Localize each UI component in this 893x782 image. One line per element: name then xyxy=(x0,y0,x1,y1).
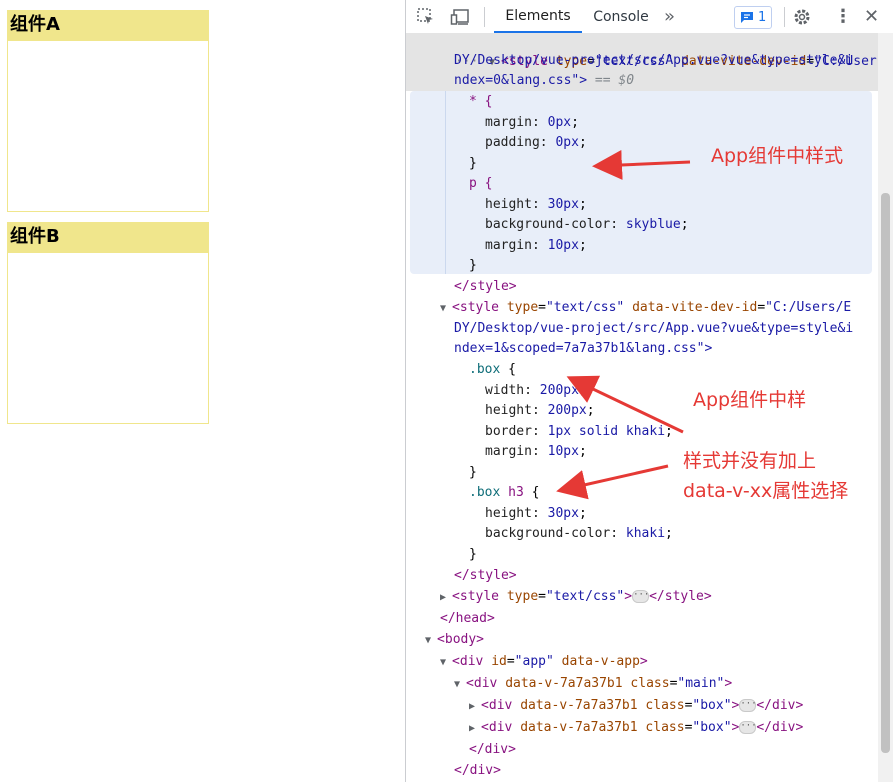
css-declaration: margin: 0px; xyxy=(485,115,579,130)
css-declaration: margin: 10px; xyxy=(485,238,587,253)
code-line[interactable]: ▼ <style type="text/css" data-vite-dev-i… xyxy=(440,298,851,319)
rendered-page: 组件A 组件B xyxy=(0,0,405,782)
css-rule-selector: .box { xyxy=(469,362,516,377)
code-line[interactable]: ▶ <div data-v-7a7a37b1 class="box">···</… xyxy=(469,696,803,717)
css-declaration: height: 30px; xyxy=(485,506,587,521)
css-declaration: width: 200px; xyxy=(485,383,587,398)
code-line: ndex=1&scoped=7a7a37b1&lang.css"> xyxy=(454,341,713,356)
selected-marker: == $0 xyxy=(594,73,635,88)
css-declaration: padding: 0px; xyxy=(485,135,587,150)
code-line[interactable]: ··· ▼ <style type="text/css" data-vite-de… xyxy=(406,33,878,69)
code-line: DY/Desktop/vue-project/src/App.vue?vue&t… xyxy=(454,321,854,336)
css-rule-close: } xyxy=(469,258,477,273)
collapsed-ellipsis-icon[interactable]: ··· xyxy=(739,721,757,734)
devtools-toolbar: Elements Console » 1 ⋮ ✕ xyxy=(406,0,893,34)
elements-scrollbar[interactable] xyxy=(878,33,893,782)
indent-guide xyxy=(445,91,446,274)
toolbar-separator xyxy=(484,7,485,27)
toolbar-separator-2 xyxy=(784,7,785,27)
tag-close: </div> xyxy=(469,742,516,757)
collapsed-ellipsis-icon[interactable]: ··· xyxy=(632,590,649,603)
close-icon[interactable]: ✕ xyxy=(864,0,879,33)
code-line: DY/Desktop/vue-project/src/App.vue?vue&t… xyxy=(454,53,854,68)
issues-count: 1 xyxy=(758,10,767,25)
code-line[interactable]: ▶ <div data-v-7a7a37b1 class="box">···</… xyxy=(469,718,803,739)
css-rule-selector: * { xyxy=(469,94,493,109)
css-declaration: height: 200px; xyxy=(485,403,595,418)
scrollbar-thumb[interactable] xyxy=(881,193,890,753)
css-rule-selector: p { xyxy=(469,176,493,191)
gear-icon[interactable] xyxy=(792,0,812,33)
issues-chat-icon xyxy=(741,12,753,23)
expand-triangle-icon[interactable]: ▼ xyxy=(440,657,452,668)
expand-triangle-icon[interactable]: ▼ xyxy=(440,303,452,314)
css-rule-close: } xyxy=(469,547,477,562)
code-line: ndex=0&lang.css"> == $0 xyxy=(454,71,634,92)
expand-triangle-icon[interactable]: ▶ xyxy=(440,592,452,603)
component-b-box: 组件B xyxy=(7,222,209,424)
attr-value: ndex=0&lang.css"> xyxy=(454,73,588,88)
code-line[interactable]: ▶ <style type="text/css">···</style> xyxy=(440,587,712,608)
annotation-app-styles: App组件中样式 xyxy=(711,145,844,167)
devtools-panel: Elements Console » 1 ⋮ ✕ ··· ▼ <style typ… xyxy=(405,0,893,782)
css-declaration: margin: 10px; xyxy=(485,444,587,459)
collapsed-ellipsis-icon[interactable]: ··· xyxy=(739,699,757,712)
expand-triangle-icon[interactable]: ▶ xyxy=(469,701,481,712)
tab-console[interactable]: Console xyxy=(586,0,656,33)
tab-elements[interactable]: Elements xyxy=(494,0,582,33)
tag-close: </div> xyxy=(454,763,501,778)
css-declaration: background-color: khaki; xyxy=(485,526,673,541)
css-rule-close: } xyxy=(469,156,477,171)
css-declaration: height: 30px; xyxy=(485,197,587,212)
inspect-element-icon[interactable] xyxy=(416,0,436,33)
code-line[interactable]: ▼ <body> xyxy=(425,630,484,651)
annotation-no-data-v-line2: data-v-xx属性选择 xyxy=(683,480,849,502)
device-toolbar-icon[interactable] xyxy=(450,0,472,33)
expand-triangle-icon[interactable]: ▶ xyxy=(469,723,481,734)
annotation-no-data-v-line1: 样式并没有加上 xyxy=(683,450,817,472)
tag-close: </style> xyxy=(454,568,517,583)
annotation-app-styles-2: App组件中样 xyxy=(693,389,807,411)
expand-triangle-icon[interactable]: ▼ xyxy=(425,635,437,646)
component-a-box: 组件A xyxy=(7,10,209,212)
component-b-heading: 组件B xyxy=(8,223,208,253)
css-rule-selector: .box h3 { xyxy=(469,485,540,500)
issues-badge[interactable]: 1 xyxy=(734,6,773,29)
tag-close: </head> xyxy=(440,611,495,626)
expand-triangle-icon[interactable]: ▼ xyxy=(454,679,466,690)
code-line[interactable]: ▼ <div data-v-7a7a37b1 class="main"> xyxy=(454,674,732,695)
kebab-menu-icon[interactable]: ⋮ xyxy=(834,0,852,33)
tag-close: </style> xyxy=(454,279,517,294)
css-declaration: border: 1px solid khaki; xyxy=(485,424,673,439)
chevron-double-right-icon[interactable]: » xyxy=(664,0,675,33)
component-a-heading: 组件A xyxy=(8,11,208,41)
css-rule-close: } xyxy=(469,465,477,480)
css-declaration: background-color: skyblue; xyxy=(485,217,689,232)
code-line[interactable]: ▼ <div id="app" data-v-app> xyxy=(440,652,648,673)
